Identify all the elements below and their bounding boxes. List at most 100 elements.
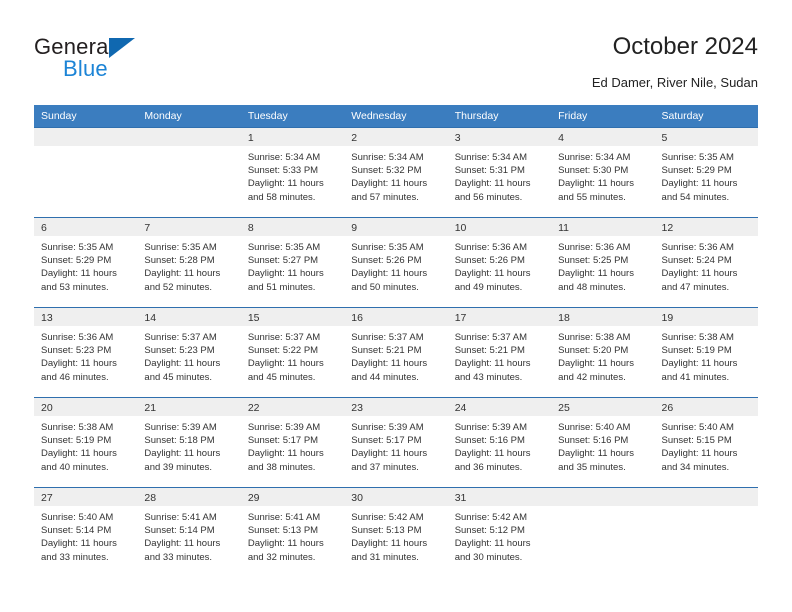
- calendar-day-cell[interactable]: 6 Sunrise: 5:35 AM Sunset: 5:29 PM Daylight…: [34, 217, 138, 307]
- cell-inner: 12 Sunrise: 5:36 AM Sunset: 5:24 PM Dayligh…: [654, 217, 758, 307]
- calendar-body: 1 Sunrise: 5:34 AM Sunset: 5:33 PM Daylight…: [34, 127, 758, 577]
- calendar-day-cell[interactable]: 2 Sunrise: 5:34 AM Sunset: 5:32 PM Daylight…: [344, 127, 448, 217]
- sunrise-text: Sunrise: 5:40 AM: [41, 512, 114, 523]
- calendar-day-cell[interactable]: 5 Sunrise: 5:35 AM Sunset: 5:29 PM Daylight…: [654, 127, 758, 217]
- calendar-cell-empty: [34, 127, 138, 217]
- cell-inner: 14 Sunrise: 5:37 AM Sunset: 5:23 PM Dayligh…: [137, 307, 241, 397]
- sunrise-text: Sunrise: 5:34 AM: [558, 152, 631, 163]
- calendar-day-cell[interactable]: 30 Sunrise: 5:42 AM Sunset: 5:13 PM Dayligh…: [344, 487, 448, 577]
- day-number: 17: [447, 308, 552, 326]
- sunrise-text: Sunrise: 5:35 AM: [41, 242, 114, 253]
- calendar-day-cell[interactable]: 12 Sunrise: 5:36 AM Sunset: 5:24 PM Dayligh…: [654, 217, 758, 307]
- sunset-text: Sunset: 5:14 PM: [41, 525, 112, 537]
- day-number: 25: [551, 398, 655, 416]
- sunrise-text: Sunrise: 5:38 AM: [558, 332, 631, 343]
- cell-inner: 28 Sunrise: 5:41 AM Sunset: 5:14 PM Dayligh…: [137, 487, 241, 577]
- day-number: 19: [654, 308, 758, 326]
- weekday-header-wednesday: Wednesday: [344, 105, 448, 127]
- day-details: Sunrise: 5:36 AM Sunset: 5:25 PM Daylight:…: [551, 236, 654, 294]
- day-details: Sunrise: 5:36 AM Sunset: 5:26 PM Daylight:…: [448, 236, 551, 294]
- calendar-day-cell[interactable]: 21 Sunrise: 5:39 AM Sunset: 5:18 PM Dayligh…: [137, 397, 241, 487]
- sunset-text: Sunset: 5:33 PM: [247, 165, 319, 177]
- cell-inner: 7 Sunrise: 5:35 AM Sunset: 5:28 PM Daylight…: [137, 217, 241, 307]
- day-number: 7: [137, 218, 241, 236]
- page-title: October 2024: [612, 33, 758, 60]
- calendar-cell-empty: [137, 127, 241, 217]
- sunrise-text: Sunrise: 5:36 AM: [41, 332, 114, 343]
- calendar-day-cell[interactable]: 29 Sunrise: 5:41 AM Sunset: 5:13 PM Dayligh…: [240, 487, 345, 577]
- cell-inner: [137, 127, 241, 217]
- calendar-day-cell[interactable]: 23 Sunrise: 5:39 AM Sunset: 5:17 PM Dayligh…: [344, 397, 448, 487]
- sunset-text: Sunset: 5:31 PM: [454, 165, 525, 177]
- day-details: Sunrise: 5:40 AM Sunset: 5:16 PM Daylight:…: [551, 416, 654, 474]
- calendar-day-cell[interactable]: 9 Sunrise: 5:35 AM Sunset: 5:26 PM Daylight…: [344, 217, 448, 307]
- daylight-text: Daylight: 11 hours and 36 minutes.: [454, 448, 531, 473]
- daylight-text: Daylight: 11 hours and 55 minutes.: [558, 178, 634, 203]
- day-number: 3: [447, 128, 552, 146]
- cell-inner: 11 Sunrise: 5:36 AM Sunset: 5:25 PM Dayligh…: [551, 217, 655, 307]
- daylight-text: Daylight: 11 hours and 38 minutes.: [247, 448, 324, 473]
- day-number: 10: [447, 218, 552, 236]
- cell-inner: 9 Sunrise: 5:35 AM Sunset: 5:26 PM Daylight…: [344, 217, 448, 307]
- calendar-day-cell[interactable]: 24 Sunrise: 5:39 AM Sunset: 5:16 PM Dayligh…: [447, 397, 552, 487]
- day-details: Sunrise: 5:35 AM Sunset: 5:26 PM Daylight:…: [344, 236, 447, 294]
- calendar-day-cell[interactable]: 1 Sunrise: 5:34 AM Sunset: 5:33 PM Daylight…: [240, 127, 345, 217]
- day-number: 1: [240, 128, 345, 146]
- day-number: 6: [34, 218, 138, 236]
- sunrise-text: Sunrise: 5:39 AM: [247, 422, 321, 433]
- day-details: Sunrise: 5:38 AM Sunset: 5:19 PM Daylight:…: [655, 326, 758, 384]
- sunrise-text: Sunrise: 5:39 AM: [454, 422, 528, 433]
- sunset-text: Sunset: 5:21 PM: [351, 345, 422, 357]
- calendar-header-row: Sunday Monday Tuesday Wednesday Thursday Frid…: [34, 105, 758, 127]
- calendar-day-cell[interactable]: 11 Sunrise: 5:36 AM Sunset: 5:25 PM Dayligh…: [551, 217, 655, 307]
- calendar-day-cell[interactable]: 16 Sunrise: 5:37 AM Sunset: 5:21 PM Dayligh…: [344, 307, 448, 397]
- calendar-day-cell[interactable]: 22 Sunrise: 5:39 AM Sunset: 5:17 PM Dayligh…: [240, 397, 345, 487]
- sunset-text: Sunset: 5:29 PM: [41, 255, 112, 267]
- calendar-day-cell[interactable]: 28 Sunrise: 5:41 AM Sunset: 5:14 PM Dayligh…: [137, 487, 241, 577]
- day-number: 30: [344, 488, 448, 506]
- calendar-day-cell[interactable]: 19 Sunrise: 5:38 AM Sunset: 5:19 PM Dayligh…: [654, 307, 758, 397]
- day-details: Sunrise: 5:35 AM Sunset: 5:27 PM Daylight:…: [241, 236, 344, 294]
- calendar-day-cell[interactable]: 13 Sunrise: 5:36 AM Sunset: 5:23 PM Dayligh…: [34, 307, 138, 397]
- calendar-day-cell[interactable]: 17 Sunrise: 5:37 AM Sunset: 5:21 PM Dayligh…: [447, 307, 552, 397]
- calendar-day-cell[interactable]: 20 Sunrise: 5:38 AM Sunset: 5:19 PM Dayligh…: [34, 397, 138, 487]
- logo-text-blue: Blue: [63, 56, 108, 81]
- calendar-day-cell[interactable]: 15 Sunrise: 5:37 AM Sunset: 5:22 PM Dayligh…: [240, 307, 345, 397]
- general-blue-logo[interactable]: General Blue: [34, 34, 244, 86]
- calendar-day-cell[interactable]: 26 Sunrise: 5:40 AM Sunset: 5:15 PM Dayligh…: [654, 397, 758, 487]
- sunrise-text: Sunrise: 5:34 AM: [454, 152, 528, 163]
- page-subtitle: Ed Damer, River Nile, Sudan: [591, 75, 758, 90]
- calendar-day-cell[interactable]: 18 Sunrise: 5:38 AM Sunset: 5:20 PM Dayligh…: [551, 307, 655, 397]
- calendar-day-cell[interactable]: 10 Sunrise: 5:36 AM Sunset: 5:26 PM Dayligh…: [447, 217, 552, 307]
- sunset-text: Sunset: 5:18 PM: [144, 435, 215, 447]
- calendar-day-cell[interactable]: 31 Sunrise: 5:42 AM Sunset: 5:12 PM Dayligh…: [447, 487, 552, 577]
- sunrise-text: Sunrise: 5:40 AM: [661, 422, 734, 433]
- day-number: 28: [137, 488, 241, 506]
- cell-inner: 23 Sunrise: 5:39 AM Sunset: 5:17 PM Dayligh…: [344, 397, 448, 487]
- daylight-text: Daylight: 11 hours and 48 minutes.: [558, 268, 634, 293]
- calendar-week-row: 27 Sunrise: 5:40 AM Sunset: 5:14 PM Dayligh…: [34, 487, 758, 577]
- sunset-text: Sunset: 5:26 PM: [454, 255, 525, 267]
- weekday-header: Sunday Monday Tuesday Wednesday Thursday Frid…: [34, 105, 758, 127]
- daylight-text: Daylight: 11 hours and 33 minutes.: [144, 538, 221, 563]
- cell-inner: 18 Sunrise: 5:38 AM Sunset: 5:20 PM Dayligh…: [551, 307, 655, 397]
- calendar-day-cell[interactable]: 4 Sunrise: 5:34 AM Sunset: 5:30 PM Daylight…: [551, 127, 655, 217]
- calendar-day-cell[interactable]: 3 Sunrise: 5:34 AM Sunset: 5:31 PM Daylight…: [447, 127, 552, 217]
- calendar-day-cell[interactable]: 27 Sunrise: 5:40 AM Sunset: 5:14 PM Dayligh…: [34, 487, 138, 577]
- day-details: Sunrise: 5:42 AM Sunset: 5:12 PM Daylight:…: [448, 506, 551, 564]
- sunrise-text: Sunrise: 5:41 AM: [247, 512, 321, 523]
- day-details: Sunrise: 5:34 AM Sunset: 5:32 PM Daylight:…: [344, 146, 447, 204]
- logo-triangle-icon: [109, 38, 135, 58]
- sunrise-text: Sunrise: 5:35 AM: [247, 242, 321, 253]
- daylight-text: Daylight: 11 hours and 32 minutes.: [247, 538, 324, 563]
- day-details: Sunrise: 5:41 AM Sunset: 5:14 PM Daylight:…: [137, 506, 240, 564]
- day-details: Sunrise: 5:39 AM Sunset: 5:17 PM Daylight:…: [241, 416, 344, 474]
- calendar-day-cell[interactable]: 8 Sunrise: 5:35 AM Sunset: 5:27 PM Daylight…: [240, 217, 345, 307]
- daylight-text: Daylight: 11 hours and 49 minutes.: [454, 268, 531, 293]
- weekday-header-thursday: Thursday: [447, 105, 552, 127]
- calendar-day-cell[interactable]: 7 Sunrise: 5:35 AM Sunset: 5:28 PM Daylight…: [137, 217, 241, 307]
- daylight-text: Daylight: 11 hours and 54 minutes.: [661, 178, 738, 203]
- calendar-day-cell[interactable]: 14 Sunrise: 5:37 AM Sunset: 5:23 PM Dayligh…: [137, 307, 241, 397]
- calendar-day-cell[interactable]: 25 Sunrise: 5:40 AM Sunset: 5:16 PM Dayligh…: [551, 397, 655, 487]
- day-number: [654, 488, 758, 506]
